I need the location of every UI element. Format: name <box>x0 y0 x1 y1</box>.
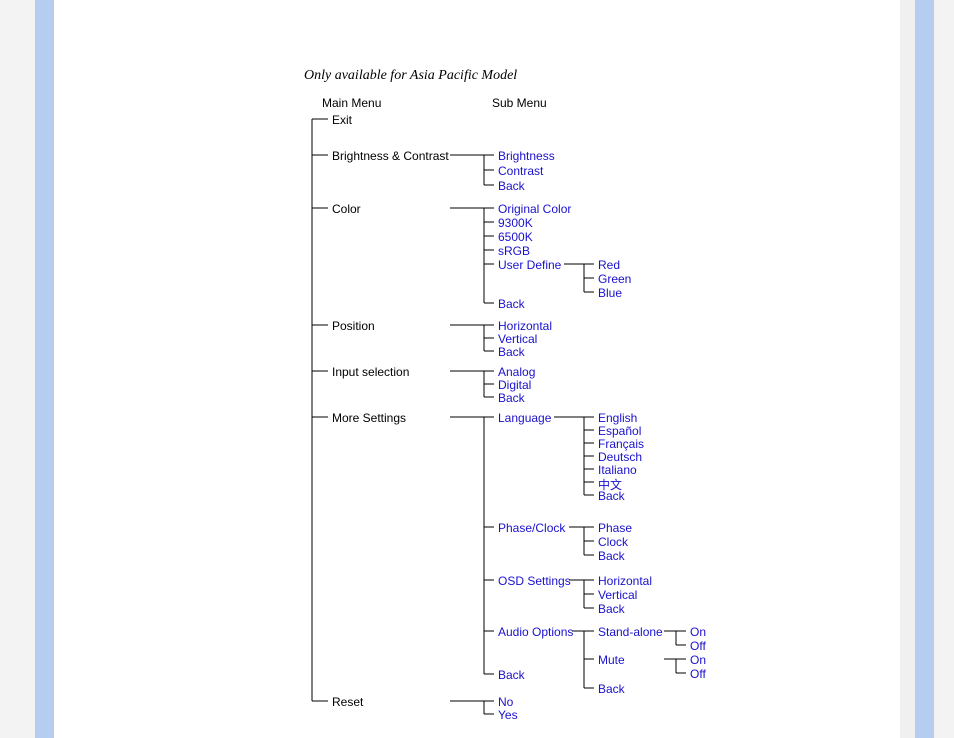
sub-osd-settings: OSD Settings <box>498 574 571 588</box>
lang-deutsch: Deutsch <box>598 450 642 464</box>
lang-italiano: Italiano <box>598 463 637 477</box>
sa-off: Off <box>690 639 706 653</box>
margin-blue-right <box>915 0 934 738</box>
sub-original-color: Original Color <box>498 202 571 216</box>
sub-6500k: 6500K <box>498 230 533 244</box>
sub-back-more: Back <box>498 668 525 682</box>
sub-back-color: Back <box>498 297 525 311</box>
tree-lines <box>54 0 854 738</box>
osd-back: Back <box>598 602 625 616</box>
mute-off: Off <box>690 667 706 681</box>
sub-horizontal: Horizontal <box>498 319 552 333</box>
osd-vertical: Vertical <box>598 588 637 602</box>
sub-language: Language <box>498 411 551 425</box>
sa-on: On <box>690 625 706 639</box>
sub-contrast: Contrast <box>498 164 543 178</box>
menu-brightness-contrast: Brightness & Contrast <box>332 149 449 163</box>
sub-red: Red <box>598 258 620 272</box>
margin-grey-left <box>0 0 35 738</box>
margin-grey-right <box>934 0 954 738</box>
menu-more-settings: More Settings <box>332 411 406 425</box>
mute-on: On <box>690 653 706 667</box>
sub-back-input: Back <box>498 391 525 405</box>
sub-blue: Blue <box>598 286 622 300</box>
sub-phase-clock: Phase/Clock <box>498 521 565 535</box>
audio-mute: Mute <box>598 653 625 667</box>
sub-user-define: User Define <box>498 258 561 272</box>
pc-back: Back <box>598 549 625 563</box>
page: Only available for Asia Pacific Model Ma… <box>0 0 954 738</box>
audio-back: Back <box>598 682 625 696</box>
menu-exit: Exit <box>332 113 352 127</box>
content-area: Only available for Asia Pacific Model Ma… <box>54 0 900 738</box>
sub-back-pos: Back <box>498 345 525 359</box>
menu-input-selection: Input selection <box>332 365 409 379</box>
sub-srgb: sRGB <box>498 244 530 258</box>
sub-vertical: Vertical <box>498 332 537 346</box>
sub-digital: Digital <box>498 378 531 392</box>
reset-yes: Yes <box>498 708 518 722</box>
lang-francais: Français <box>598 437 644 451</box>
menu-position: Position <box>332 319 375 333</box>
sub-analog: Analog <box>498 365 535 379</box>
margin-blue-left <box>35 0 54 738</box>
pc-phase: Phase <box>598 521 632 535</box>
sub-9300k: 9300K <box>498 216 533 230</box>
osd-horizontal: Horizontal <box>598 574 652 588</box>
menu-color: Color <box>332 202 361 216</box>
sub-audio-options: Audio Options <box>498 625 573 639</box>
reset-no: No <box>498 695 513 709</box>
audio-standalone: Stand-alone <box>598 625 663 639</box>
lang-english: English <box>598 411 637 425</box>
lang-espanol: Español <box>598 424 641 438</box>
menu-reset: Reset <box>332 695 363 709</box>
sub-green: Green <box>598 272 631 286</box>
pc-clock: Clock <box>598 535 628 549</box>
sub-brightness: Brightness <box>498 149 555 163</box>
lang-back: Back <box>598 489 625 503</box>
sub-back-bc: Back <box>498 179 525 193</box>
